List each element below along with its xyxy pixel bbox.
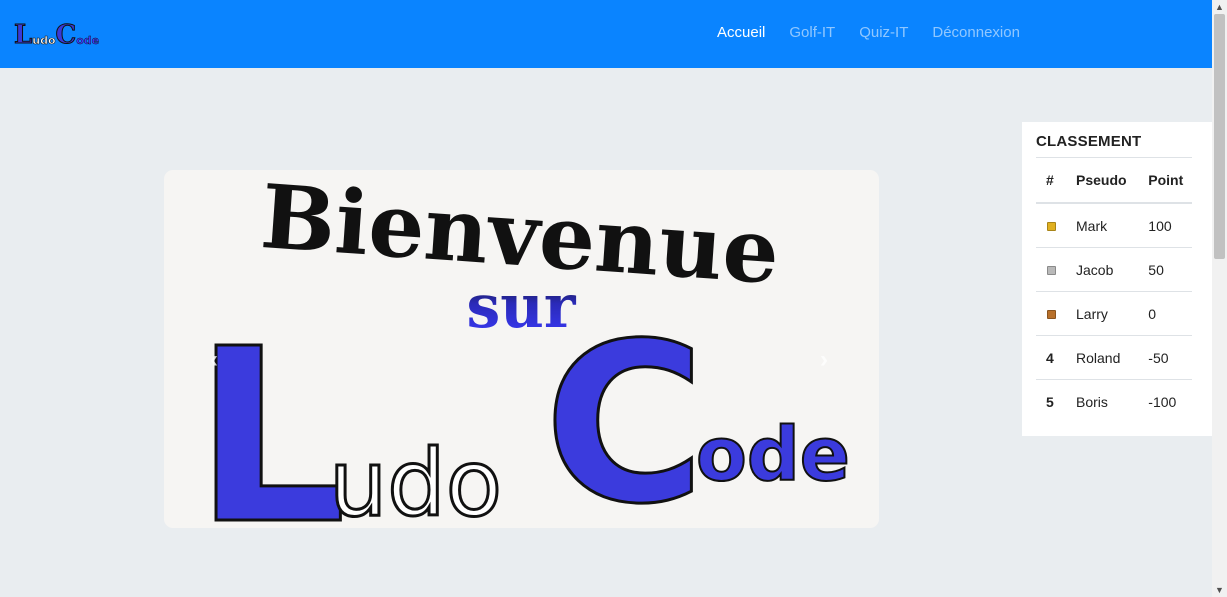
logo-letter-l: L (13, 20, 33, 50)
nav-golf-it[interactable]: Golf-IT (789, 24, 835, 42)
brand-logo[interactable]: L udo C ode (13, 18, 100, 50)
point-cell: 100 (1138, 203, 1192, 248)
scroll-up-icon[interactable]: ▲ (1212, 0, 1227, 14)
pseudo-cell: Roland (1066, 335, 1139, 380)
logo-ode: ode (76, 34, 100, 47)
nav-accueil[interactable]: Accueil (717, 24, 765, 42)
rank-cell (1036, 247, 1066, 292)
ranking-title: CLASSEMENT (1036, 133, 1142, 150)
scrollbar-thumb[interactable] (1214, 14, 1225, 259)
banner-letter-c: C (544, 296, 705, 528)
rank-cell (1036, 291, 1066, 336)
point-cell: 0 (1138, 291, 1192, 336)
banner-ode: ode (696, 412, 850, 498)
pseudo-cell: Boris (1076, 393, 1108, 410)
carousel-prev-button[interactable]: ‹ (194, 340, 234, 380)
pseudo-cell: Jacob (1066, 247, 1139, 292)
page-scrollbar[interactable]: ▲ ▼ (1212, 0, 1227, 597)
header-point: Point (1138, 157, 1192, 204)
ranking-panel: CLASSEMENT # Pseudo Point Mark 100 Jacob… (1022, 122, 1212, 436)
ranking-table: # Pseudo Point Mark 100 Jacob 50 Larry 0 (1036, 157, 1192, 423)
bronze-medal-icon (1047, 309, 1056, 319)
rank-cell: 4 (1036, 335, 1066, 380)
table-row: 5 Boris -100 (1036, 380, 1192, 424)
welcome-banner-image: Bienvenue sur L udo C ode (193, 170, 852, 528)
rank-cell: 5 (1046, 393, 1054, 410)
table-row: 4 Roland -50 (1036, 335, 1192, 380)
header-rank: # (1036, 157, 1066, 204)
logo-letter-c: C (55, 20, 77, 50)
banner-udo: udo (329, 430, 502, 528)
table-row: Larry 0 (1036, 291, 1192, 336)
logo-udo: udo (32, 34, 56, 48)
top-navbar: L udo C ode Accueil Golf-IT Quiz-IT Déco… (0, 0, 1212, 68)
point-cell: -100 (1148, 393, 1177, 410)
nav-quiz-it[interactable]: Quiz-IT (859, 24, 908, 42)
ranking-header-row: # Pseudo Point (1036, 157, 1192, 204)
welcome-carousel: Bienvenue sur L udo C ode ‹ › (164, 170, 879, 528)
point-cell: -50 (1138, 335, 1192, 380)
silver-medal-icon (1047, 265, 1056, 275)
nav-deconnexion[interactable]: Déconnexion (932, 24, 1020, 42)
gold-medal-icon (1047, 221, 1056, 231)
chevron-right-icon: › (820, 346, 828, 373)
scroll-down-icon[interactable]: ▼ (1212, 583, 1227, 597)
pseudo-cell: Larry (1066, 291, 1139, 336)
table-row: Jacob 50 (1036, 247, 1192, 292)
pseudo-cell: Mark (1066, 203, 1139, 248)
table-row: Mark 100 (1036, 203, 1192, 248)
header-pseudo: Pseudo (1066, 157, 1139, 204)
chevron-left-icon: ‹ (210, 346, 218, 373)
rank-cell (1036, 203, 1066, 248)
banner-letter-l: L (194, 297, 347, 528)
point-cell: 50 (1138, 247, 1192, 292)
main-nav: Accueil Golf-IT Quiz-IT Déconnexion (717, 24, 1044, 42)
carousel-next-button[interactable]: › (804, 340, 844, 380)
